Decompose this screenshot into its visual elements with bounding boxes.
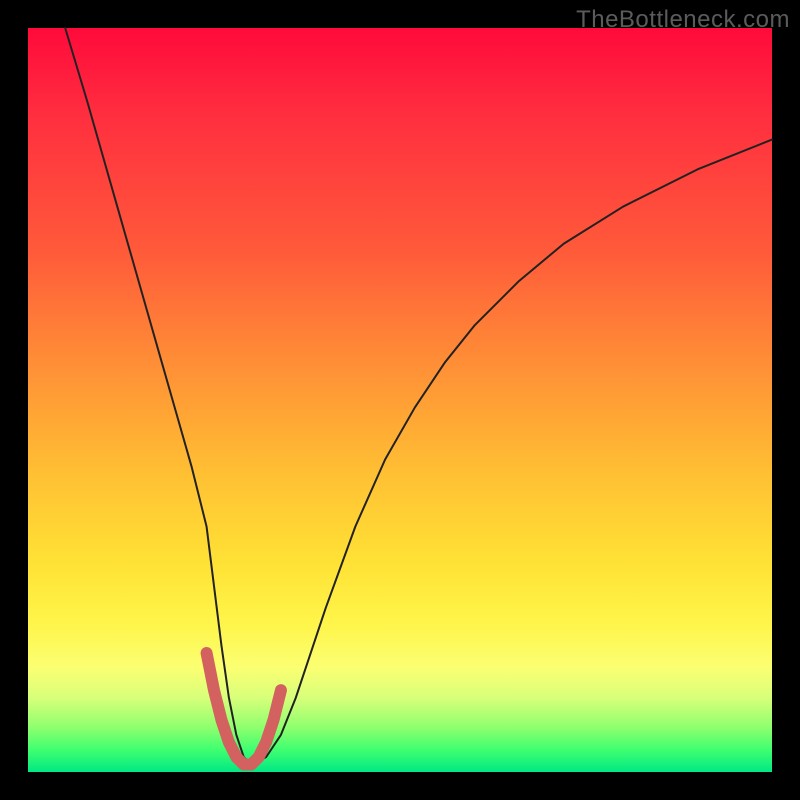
bottleneck-plot	[28, 28, 772, 772]
bottleneck-curve	[65, 28, 772, 765]
highlighted-range-curve	[207, 653, 281, 765]
chart-frame	[28, 28, 772, 772]
watermark-text: TheBottleneck.com	[576, 6, 790, 34]
